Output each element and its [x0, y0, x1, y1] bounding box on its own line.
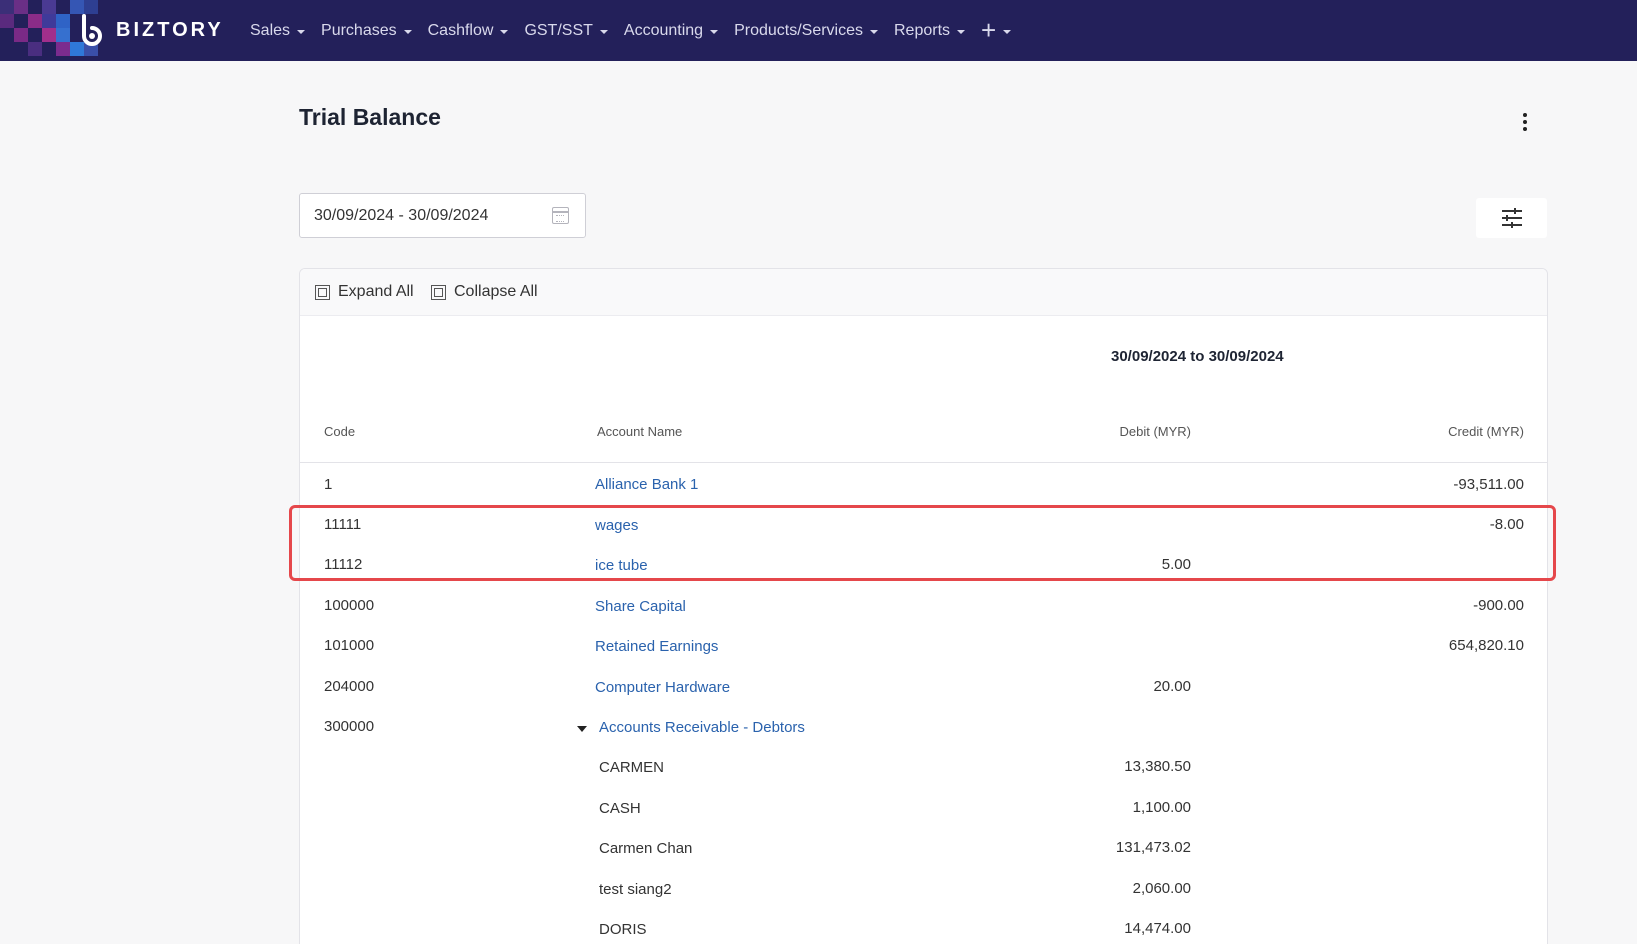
nav-cashflow[interactable]: Cashflow [428, 22, 509, 40]
sub-account-name: CARMEN [599, 759, 665, 776]
credit-value: -8.00 [1489, 516, 1524, 533]
sub-account-name: test siang2 [599, 881, 672, 898]
debit-value: 14,474.00 [1124, 920, 1191, 937]
account-link[interactable]: Accounts Receivable - Debtors [599, 719, 805, 736]
chevron-down-icon [599, 29, 608, 34]
row-code: 204000 [324, 678, 375, 695]
chevron-down-icon [957, 29, 966, 34]
kebab-menu-icon[interactable] [1520, 113, 1530, 135]
row-code: 11111 [324, 516, 362, 533]
calendar-icon[interactable] [552, 207, 569, 224]
credit-value: -93,511.00 [1453, 476, 1524, 493]
column-header-code: Code [324, 424, 356, 439]
credit-value: 654,820.10 [1448, 637, 1524, 654]
chevron-down-icon [297, 29, 306, 34]
sub-account-name: CASH [599, 800, 641, 817]
sub-account-name: Carmen Chan [599, 840, 693, 857]
date-range-picker[interactable]: 30/09/2024 - 30/09/2024 [299, 193, 586, 238]
column-header-debit: Debit (MYR) [1119, 424, 1191, 439]
row-code: 101000 [324, 637, 375, 654]
nav-accounting[interactable]: Accounting [623, 21, 719, 40]
credit-value: -900.00 [1473, 597, 1524, 614]
expand-all-button[interactable]: Expand All [315, 283, 414, 301]
debit-value: 5.00 [1161, 556, 1191, 573]
nav-reports[interactable]: Reports [894, 21, 966, 40]
chevron-down-icon [500, 29, 509, 34]
brand-logo-icon[interactable] [78, 14, 108, 46]
date-range-value: 30/09/2024 - 30/09/2024 [314, 207, 489, 224]
expand-icon [315, 284, 330, 300]
nav-products-services[interactable]: Products/Services [734, 22, 878, 40]
chevron-down-icon [403, 29, 412, 34]
top-navbar: BIZTORY Sales Purchases Cashflow GST/SST… [0, 0, 1637, 61]
debit-value: 2,060.00 [1132, 880, 1191, 897]
nav-products-services-label: Products/Services [734, 21, 863, 39]
page-title: Trial Balance [299, 104, 441, 130]
nav-add-new[interactable]: + [981, 14, 1012, 45]
account-link[interactable]: ice tube [595, 557, 648, 574]
account-link[interactable]: wages [595, 517, 638, 534]
account-link[interactable]: Alliance Bank 1 [595, 476, 698, 493]
nav-sales[interactable]: Sales [250, 21, 306, 40]
collapse-all-button[interactable]: Collapse All [431, 283, 538, 301]
collapse-icon [431, 284, 446, 300]
account-link[interactable]: Share Capital [595, 598, 686, 615]
filter-settings-button[interactable] [1476, 198, 1547, 238]
collapse-triangle-icon[interactable] [577, 726, 587, 732]
nav-gst-sst-label: GST/SST [524, 21, 593, 39]
nav-purchases-label: Purchases [321, 21, 397, 39]
debit-value: 131,473.02 [1115, 839, 1191, 856]
account-link[interactable]: Retained Earnings [595, 638, 718, 655]
nav-purchases[interactable]: Purchases [321, 22, 412, 40]
nav-gst-sst[interactable]: GST/SST [524, 21, 608, 40]
report-toolbar: Expand All Collapse All [300, 269, 1547, 316]
header-divider [300, 462, 1547, 463]
chevron-down-icon [870, 29, 878, 34]
brand-name[interactable]: BIZTORY [116, 19, 224, 42]
period-heading: 30/09/2024 to 30/09/2024 [1111, 348, 1284, 365]
row-code: 100000 [324, 597, 375, 614]
row-code: 300000 [324, 718, 375, 735]
main-nav: Sales Purchases Cashflow GST/SST Account… [250, 0, 1027, 61]
collapse-all-label: Collapse All [454, 283, 538, 300]
nav-accounting-label: Accounting [623, 21, 704, 39]
debit-value: 13,380.50 [1124, 758, 1191, 775]
expand-all-label: Expand All [338, 283, 414, 300]
column-header-account: Account Name [597, 424, 683, 439]
chevron-down-icon [1003, 29, 1012, 34]
column-header-credit: Credit (MYR) [1448, 424, 1524, 439]
debit-value: 1,100.00 [1132, 799, 1191, 816]
row-code: 11112 [324, 556, 363, 573]
account-link[interactable]: Computer Hardware [595, 679, 730, 696]
plus-icon: + [981, 14, 997, 45]
sub-account-name: DORIS [599, 921, 647, 938]
nav-sales-label: Sales [250, 21, 291, 39]
nav-cashflow-label: Cashflow [427, 21, 494, 39]
chevron-down-icon [710, 29, 719, 34]
debit-value: 20.00 [1153, 678, 1191, 695]
row-code: 1 [324, 476, 333, 493]
sliders-icon [1502, 208, 1522, 228]
nav-reports-label: Reports [894, 21, 951, 39]
